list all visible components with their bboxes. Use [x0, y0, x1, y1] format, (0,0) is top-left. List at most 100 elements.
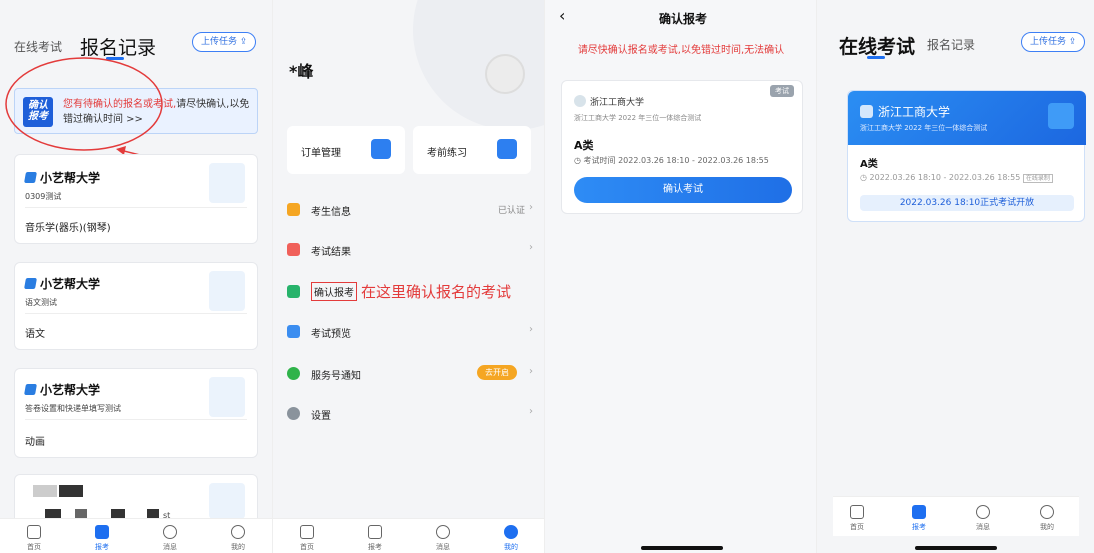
redacted-block: [59, 485, 83, 497]
pre-exam-practice-button[interactable]: 考前练习: [413, 126, 531, 174]
exam-time: 2022.03.26 18:10 - 2022.03.26 18:55: [618, 156, 769, 165]
chevron-right-icon: ›: [529, 366, 533, 377]
menu-label: 服务号通知: [311, 371, 361, 382]
avatar[interactable]: [485, 54, 525, 94]
menu-label: 确认报考: [311, 282, 357, 301]
nav-apply[interactable]: 报考: [899, 505, 939, 532]
apply-icon: [912, 505, 926, 519]
exam-open-time-bar: 2022.03.26 18:10正式考试开放: [860, 195, 1074, 211]
nav-messages[interactable]: 消息: [150, 525, 190, 552]
upload-icon: ⇪: [239, 37, 248, 47]
play-icon: [1048, 103, 1074, 129]
university-label: 小艺帮大学: [40, 383, 101, 397]
user-icon: [504, 525, 518, 539]
message-icon: [163, 525, 177, 539]
nav-apply[interactable]: 报考: [355, 525, 395, 552]
menu-candidate-info[interactable]: 考生信息 已认证 ›: [283, 198, 535, 222]
record-card[interactable]: 小艺帮大学 答卷设置和快递单填写测试 动画: [14, 368, 258, 458]
tab-online-exam[interactable]: 在线考试: [839, 32, 915, 59]
upload-task-label: 上传任务: [201, 37, 238, 47]
bottom-nav: 首页 报考 消息 我的: [833, 496, 1079, 536]
tab-records[interactable]: 报名记录: [927, 36, 975, 53]
upload-task-button[interactable]: 上传任务 ⇪: [192, 32, 257, 52]
annotation-text: 在这里确认报名的考试: [361, 283, 512, 301]
quick-label: 订单管理: [301, 148, 341, 159]
university-label: 小艺帮大学: [40, 277, 101, 291]
exam-name: 0309测试: [25, 192, 62, 201]
confirm-registration-screen: ‹ 确认报考 请尽快确认报名或考试,以免错过时间,无法确认 考试 浙江工商大学 …: [544, 0, 816, 553]
menu-exam-results[interactable]: 考试结果 ›: [283, 238, 535, 262]
exam-card: 考试 浙江工商大学 浙江工商大学 2022 年三位一体综合测试 A类 ◷ 考试时…: [561, 80, 803, 214]
clock-icon: [287, 285, 300, 298]
subject-name: 语文: [25, 329, 45, 340]
preview-icon: [287, 325, 300, 338]
clock-icon: ◷: [860, 173, 867, 182]
record-card[interactable]: 小艺帮大学 语文测试 语文: [14, 262, 258, 350]
upload-task-button[interactable]: 上传任务 ⇪: [1021, 32, 1086, 52]
exam-time-label: 考试时间: [583, 156, 616, 165]
annotation-circle-arrow: [5, 57, 172, 162]
exam-card-header: 浙江工商大学 浙江工商大学 2022 年三位一体综合测试: [848, 91, 1086, 145]
menu-service-notification[interactable]: 服务号通知 去开启 ›: [283, 362, 535, 386]
apply-icon: [95, 525, 109, 539]
nav-label: 我的: [231, 543, 245, 551]
menu-label: 考生信息: [311, 207, 351, 218]
upload-task-label: 上传任务: [1030, 37, 1067, 47]
divider: [25, 313, 247, 314]
nav-label: 报考: [368, 543, 382, 551]
warning-text: 请尽快确认报名或考试,以免错过时间,无法确认: [577, 45, 785, 56]
menu-exam-preview[interactable]: 考试预览 ›: [283, 320, 535, 344]
nav-messages[interactable]: 消息: [423, 525, 463, 552]
chevron-right-icon: ›: [529, 406, 533, 417]
home-indicator: [641, 546, 723, 550]
home-icon: [27, 525, 41, 539]
bottom-nav: 首页 报考 消息 我的: [0, 518, 272, 553]
profile-screen: *峰 订单管理 考前练习 考生信息 已认证 › 考试结果 › 确认报考 在这里确…: [272, 0, 544, 553]
menu-settings[interactable]: 设置 ›: [283, 402, 535, 426]
university-logo-icon: [24, 172, 37, 183]
message-icon: [436, 525, 450, 539]
university-logo-icon: [24, 278, 37, 289]
home-icon: [300, 525, 314, 539]
exam-category: A类: [574, 139, 594, 152]
order-management-button[interactable]: 订单管理: [287, 126, 405, 174]
home-icon: [850, 505, 864, 519]
confirm-exam-button[interactable]: 确认考试: [574, 177, 792, 203]
nav-apply[interactable]: 报考: [82, 525, 122, 552]
nav-me[interactable]: 我的: [1027, 505, 1067, 532]
nav-label: 报考: [95, 543, 109, 551]
back-arrow-icon[interactable]: ‹: [559, 6, 565, 25]
home-indicator: [915, 546, 997, 550]
nav-home[interactable]: 首页: [287, 525, 327, 552]
nav-label: 我的: [1040, 523, 1054, 531]
record-card[interactable]: 小艺帮大学 0309测试 音乐学(器乐)(钢琴): [14, 154, 258, 244]
nav-messages[interactable]: 消息: [963, 505, 1003, 532]
university-name: 小艺帮大学: [24, 381, 101, 398]
nav-me[interactable]: 我的: [218, 525, 258, 552]
exam-time: 2022.03.26 18:10 - 2022.03.26 18:55: [869, 173, 1021, 182]
apply-icon: [368, 525, 382, 539]
exam-name: 语文测试: [25, 298, 57, 307]
subject-name: 音乐学(器乐)(钢琴): [25, 223, 111, 234]
enable-button[interactable]: 去开启: [477, 365, 517, 380]
university-label: 小艺帮大学: [40, 171, 101, 185]
upload-icon: ⇪: [1068, 37, 1077, 47]
nav-label: 消息: [163, 543, 177, 551]
gear-icon: [287, 407, 300, 420]
nav-home[interactable]: 首页: [14, 525, 54, 552]
chevron-right-icon: ›: [529, 242, 533, 253]
user-name: *峰: [289, 62, 314, 81]
university-logo-icon: [860, 105, 873, 118]
user-icon: [1040, 505, 1054, 519]
chevron-right-icon: ›: [529, 202, 533, 213]
exam-tag: 考试: [770, 85, 794, 97]
university-logo-icon: [574, 95, 586, 107]
card-decoration-icon: [209, 377, 245, 417]
wechat-icon: [287, 367, 300, 380]
menu-label: 设置: [311, 411, 331, 422]
nav-home[interactable]: 首页: [837, 505, 877, 532]
nav-me[interactable]: 我的: [491, 525, 531, 552]
university-logo-icon: [24, 384, 37, 395]
exam-category: A类: [860, 159, 878, 170]
exam-card[interactable]: 浙江工商大学 浙江工商大学 2022 年三位一体综合测试 A类 ◷ 2022.0…: [847, 90, 1086, 222]
